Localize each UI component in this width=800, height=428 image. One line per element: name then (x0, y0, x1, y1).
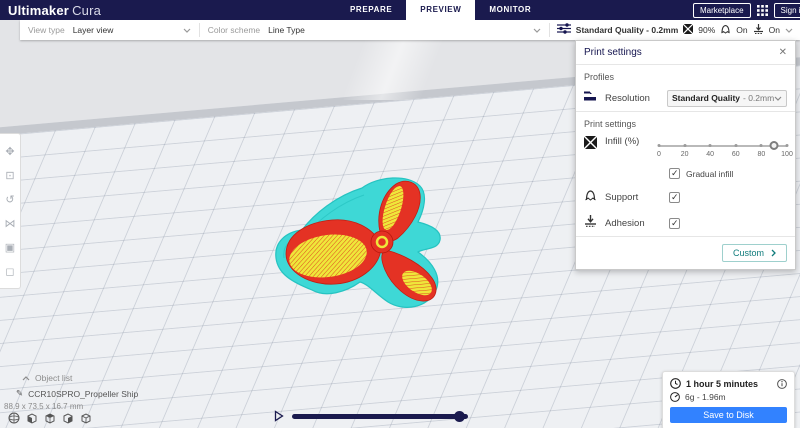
logo-ultimaker: Ultimaker (8, 2, 70, 18)
print-job-panel: 1 hour 5 minutes 6g - 1.96m Save to Disk (662, 371, 795, 428)
logo-cura: Cura (72, 2, 102, 18)
adhesion-icon (753, 21, 764, 39)
gradual-infill-checkbox[interactable] (669, 168, 680, 179)
support-icon (720, 21, 731, 39)
pencil-icon: ✎ (16, 388, 24, 398)
infill-slider[interactable]: 0 20 40 60 80 100 (657, 136, 793, 162)
scale-tool-button[interactable]: ⊡ (0, 163, 20, 187)
support-blocker-icon: ◻ (5, 265, 15, 278)
color-scheme-label: Color scheme (207, 25, 261, 35)
summary-profile: Standard Quality - 0.2mm (575, 25, 679, 35)
gradual-infill-label: Gradual infill (686, 168, 734, 179)
resolution-icon (584, 89, 597, 107)
move-tool-button[interactable]: ✥ (0, 139, 20, 163)
view-3d-icon[interactable] (8, 412, 20, 424)
tab-prepare[interactable]: PREPARE (336, 0, 406, 20)
tune-sliders-icon (556, 21, 571, 39)
scale-icon: ⊡ (5, 169, 15, 182)
adhesion-checkbox[interactable] (669, 217, 680, 229)
close-icon[interactable]: ✕ (779, 47, 787, 58)
move-icon: ✥ (5, 145, 15, 158)
resolution-dropdown[interactable]: Standard Quality - 0.2mm (667, 89, 787, 107)
print-settings-summary[interactable]: Standard Quality - 0.2mm 90% On On (550, 20, 800, 40)
model-tools-toolbar: ✥ ⊡ ↺ ⋈ ▣ ◻ (0, 133, 21, 289)
marketplace-button[interactable]: Marketplace (692, 2, 751, 18)
profiles-section-label: Profiles (584, 72, 615, 82)
color-scheme-dropdown[interactable]: Color scheme Line Type (200, 20, 549, 40)
support-checkbox[interactable] (669, 191, 680, 203)
simulation-controls (274, 410, 468, 422)
rotate-icon: ↺ (5, 193, 15, 206)
header-right-controls: Marketplace Sign in (692, 0, 800, 20)
custom-button-label: Custom (732, 248, 764, 258)
chevron-down-icon (774, 96, 782, 101)
view-type-label: View type (28, 25, 65, 35)
model-dimensions: 88.9 x 73.5 x 16.7 mm (4, 402, 84, 411)
adhesion-label: Adhesion (605, 217, 645, 229)
material-usage-icon (670, 392, 680, 402)
clock-icon (670, 378, 681, 389)
resolution-label: Resolution (605, 92, 650, 104)
infill-icon (583, 135, 598, 154)
app-header: Ultimaker Cura PREPARE PREVIEW MONITOR Ma… (0, 0, 800, 20)
resolution-value: Standard Quality (672, 93, 741, 103)
app-logo: Ultimaker Cura (8, 3, 101, 18)
view-right-icon[interactable] (80, 412, 92, 424)
hub-center (380, 240, 384, 244)
view-left-icon[interactable] (62, 412, 74, 424)
camera-view-presets (8, 412, 92, 424)
play-icon[interactable] (274, 410, 284, 422)
object-list-toggle[interactable]: Object list (22, 373, 72, 383)
material-usage-estimate: 6g - 1.96m (685, 392, 726, 402)
chevron-up-icon (22, 375, 30, 380)
resolution-value-suffix: - 0.2mm (743, 93, 775, 103)
applications-grid-icon[interactable] (756, 4, 768, 16)
support-label: Support (605, 191, 639, 203)
mirror-icon: ⋈ (4, 217, 16, 230)
layer-slider-handle[interactable] (454, 410, 465, 422)
summary-adhesion: On (768, 25, 780, 35)
per-model-settings-button[interactable]: ▣ (0, 235, 20, 259)
chevron-down-icon (533, 28, 541, 33)
info-icon[interactable] (777, 378, 787, 389)
infill-slider-handle[interactable] (769, 141, 779, 150)
save-to-disk-button[interactable]: Save to Disk (670, 407, 787, 423)
chevron-right-icon (771, 249, 776, 257)
chevron-down-icon[interactable] (785, 28, 793, 33)
tab-monitor[interactable]: MONITOR (475, 0, 545, 20)
sliced-propeller-model[interactable] (270, 170, 510, 350)
stage-tabs: PREPARE PREVIEW MONITOR (336, 0, 545, 20)
view-type-value: Layer view (72, 25, 114, 35)
view-front-icon[interactable] (26, 412, 38, 424)
cura-app-window: Ultimaker Cura PREPARE PREVIEW MONITOR Ma… (0, 0, 800, 428)
view-type-dropdown[interactable]: View type Layer view (20, 20, 199, 40)
per-model-settings-icon: ▣ (4, 241, 16, 254)
panel-title: Print settings (584, 47, 642, 58)
layer-slider[interactable] (292, 410, 468, 422)
custom-settings-button[interactable]: Custom (721, 244, 787, 262)
infill-label: Infill (%) (605, 136, 640, 147)
tab-preview[interactable]: PREVIEW (406, 0, 476, 20)
print-settings-panel: Print settings ✕ Profiles Resolution Sta… (575, 40, 796, 270)
summary-infill: 90% (698, 25, 716, 35)
print-settings-section-label: Print settings (584, 119, 637, 129)
infill-tick-labels: 0 20 40 60 80 100 (657, 151, 793, 158)
object-list-label: Object list (35, 373, 73, 383)
chevron-down-icon (183, 28, 191, 33)
mirror-tool-button[interactable]: ⋈ (0, 211, 20, 235)
summary-support: On (736, 25, 748, 35)
support-icon (584, 188, 597, 206)
view-options-bar: View type Layer view Color scheme Line T… (20, 20, 800, 40)
print-time-estimate: 1 hour 5 minutes (686, 378, 759, 389)
color-scheme-value: Line Type (268, 25, 305, 35)
print-job-name-text: CCR10SPRO_Propeller Ship (28, 388, 139, 399)
view-top-icon[interactable] (44, 412, 56, 424)
rotate-tool-button[interactable]: ↺ (0, 187, 20, 211)
adhesion-icon (584, 214, 597, 232)
infill-icon (682, 21, 694, 39)
print-job-name[interactable]: ✎ CCR10SPRO_Propeller Ship (16, 388, 138, 399)
sign-in-button[interactable]: Sign in (773, 2, 800, 18)
support-blocker-button[interactable]: ◻ (0, 259, 20, 283)
